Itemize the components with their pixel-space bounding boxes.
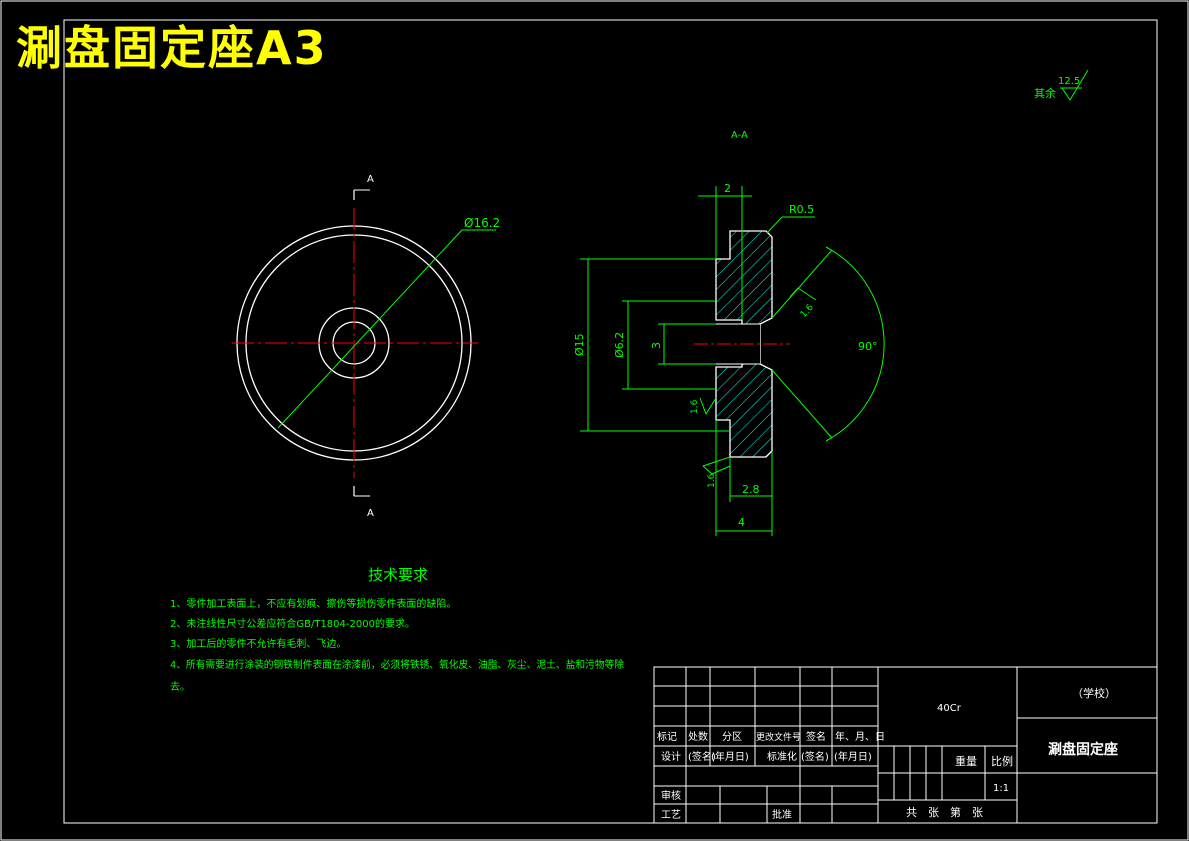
dim-outer-diameter: Ø16.2 bbox=[464, 216, 500, 230]
svg-text:设计: 设计 bbox=[661, 750, 681, 763]
svg-text:标准化: 标准化 bbox=[767, 750, 797, 763]
review-label: 审核 bbox=[661, 789, 681, 802]
tech-item-1: 1、零件加工表面上，不应有划痕、擦伤等损伤零件表面的缺陷。 bbox=[170, 597, 456, 610]
dim-angle: 90° bbox=[858, 340, 878, 353]
scale-value: 1:1 bbox=[993, 783, 1009, 794]
dim-dia6: Ø6.2 bbox=[613, 332, 626, 358]
svg-text:(签名): (签名) bbox=[801, 750, 829, 763]
tech-item-3: 3、加工后的零件不允许有毛刺、飞边。 bbox=[170, 637, 346, 650]
dim-rough-face: 1.6 bbox=[799, 302, 816, 320]
material: 40Cr bbox=[937, 703, 962, 714]
svg-text:更改文件号: 更改文件号 bbox=[756, 731, 801, 743]
roughness-general-symbol: 其余 12.5 bbox=[1034, 69, 1089, 101]
front-view: A A Ø16.2 bbox=[232, 174, 500, 519]
tech-title: 技术要求 bbox=[368, 566, 428, 584]
dim-rough-left: 1.6 bbox=[690, 399, 700, 414]
svg-text:12.5: 12.5 bbox=[1058, 76, 1080, 87]
part-name: 涮盘固定座 bbox=[1048, 741, 1118, 758]
outer-border bbox=[0, 0, 1189, 841]
dim-top-width: 2 bbox=[724, 182, 731, 195]
tech-item-2: 2、未注线性尺寸公差应符合GB/T1804-2000的要求。 bbox=[170, 617, 415, 630]
svg-text:其余: 其余 bbox=[1034, 86, 1056, 100]
svg-text:分区: 分区 bbox=[722, 731, 742, 743]
svg-text:处数: 处数 bbox=[688, 730, 708, 743]
cad-drawing: 其余 12.5 A A Ø16.2 A-A 2 R0.5 Ø15 Ø6.2 3 … bbox=[0, 0, 1189, 841]
dim-bottom-small: 2.8 bbox=[742, 483, 760, 496]
svg-text:标记: 标记 bbox=[657, 731, 677, 743]
tech-item-5: 去。 bbox=[170, 681, 190, 693]
dim-total-width: 4 bbox=[738, 516, 745, 529]
section-mark-bottom: A bbox=[367, 508, 374, 519]
process-label: 工艺 bbox=[661, 809, 681, 821]
svg-text:(年月日): (年月日) bbox=[711, 750, 749, 763]
dim-dia15: Ø15 bbox=[573, 333, 586, 356]
section-mark-top: A bbox=[367, 174, 374, 185]
tech-item-4: 4、所有需要进行涂装的钢铁制件表面在涂漆前，必须将铁锈、氧化皮、油脂、灰尘、泥土… bbox=[170, 658, 624, 671]
sheets: 共 张 第 张 bbox=[906, 805, 983, 819]
svg-text:年、月、日: 年、月、日 bbox=[835, 730, 885, 743]
weight-label: 重量 bbox=[955, 754, 977, 768]
section-view: A-A 2 R0.5 Ø15 Ø6.2 3 90° 1.6 1.6 1.6 2.… bbox=[573, 130, 885, 536]
scale-label: 比例 bbox=[991, 754, 1013, 768]
tech-requirements: 技术要求 1、零件加工表面上，不应有划痕、擦伤等损伤零件表面的缺陷。 2、未注线… bbox=[170, 566, 624, 693]
dim-hole3: 3 bbox=[650, 342, 663, 349]
svg-text:(年月日): (年月日) bbox=[834, 750, 872, 763]
dim-radius: R0.5 bbox=[789, 203, 814, 216]
approve-label: 批准 bbox=[772, 808, 792, 821]
svg-text:签名: 签名 bbox=[806, 730, 826, 743]
school: （学校） bbox=[1072, 686, 1116, 700]
inner-frame bbox=[63, 19, 1158, 824]
section-label: A-A bbox=[731, 130, 748, 141]
